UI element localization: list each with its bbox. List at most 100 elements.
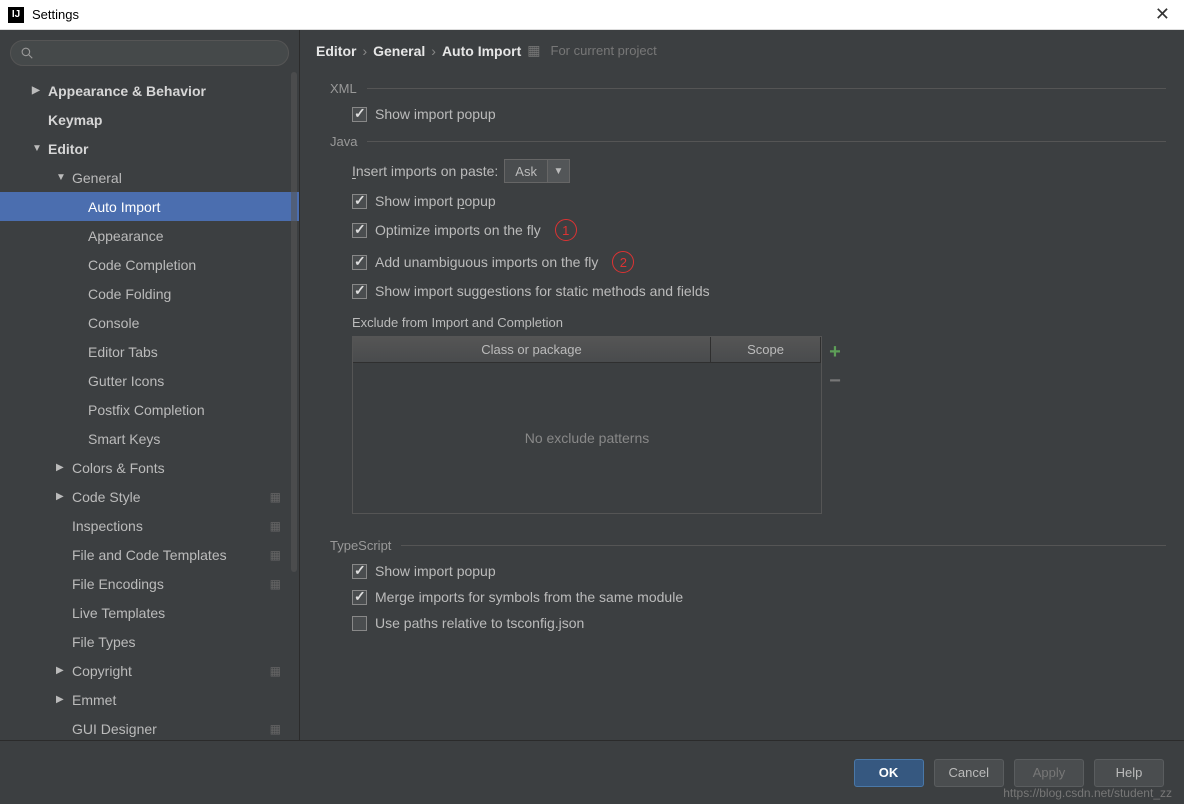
tree-item-console[interactable]: Console [0,308,299,337]
tree-item-file-types[interactable]: File Types [0,627,299,656]
tree-item-label: Postfix Completion [88,402,205,418]
add-unambiguous-label: Add unambiguous imports on the fly [375,254,598,270]
ts-show-popup-label: Show import popup [375,563,496,579]
tree-item-gui-designer[interactable]: GUI Designer ▦ [0,714,299,740]
ts-merge-label: Merge imports for symbols from the same … [375,589,683,605]
ts-show-popup-checkbox[interactable] [352,564,367,579]
tree-item-label: Live Templates [72,605,165,621]
ok-button[interactable]: OK [854,759,924,787]
tree-item-label: Smart Keys [88,431,160,447]
section-xml: XML [330,81,1166,96]
remove-exclude-button[interactable]: − [823,370,847,393]
optimize-imports-checkbox[interactable] [352,223,367,238]
apply-button[interactable]: Apply [1014,759,1084,787]
tree-item-label: Code Completion [88,257,196,273]
watermark: https://blog.csdn.net/student_zz [1003,786,1172,800]
insert-on-paste-label: Insert imports on paste: [352,163,498,179]
col-class[interactable]: Class or package [353,337,711,362]
tree-item-label: Keymap [48,112,102,128]
tree-arrow-icon: ▶ [56,462,68,473]
tree-item-colors-fonts[interactable]: ▶ Colors & Fonts [0,453,299,482]
tree-item-appearance[interactable]: Appearance [0,221,299,250]
tree-item-editor[interactable]: ▼Editor [0,134,299,163]
project-scope-icon: ▦ [527,42,540,59]
show-suggestions-label: Show import suggestions for static metho… [375,283,710,299]
tree-item-label: Editor Tabs [88,344,158,360]
java-show-popup-label: Show import popup [375,193,496,209]
tree-item-label: Colors & Fonts [72,460,165,476]
tree-arrow-icon: ▼ [32,143,44,154]
project-scope-icon: ▦ [270,722,281,736]
tree-item-editor-tabs[interactable]: Editor Tabs [0,337,299,366]
search-icon [21,47,33,59]
section-java: Java [330,134,1166,149]
tree-item-label: Auto Import [88,199,160,215]
tree-item-code-style[interactable]: ▶Code Style▦ [0,482,299,511]
annotation-1: 1 [555,219,577,241]
titlebar: IJ Settings ✕ [0,0,1184,30]
tree-arrow-icon: ▶ [56,694,68,705]
ts-merge-checkbox[interactable] [352,590,367,605]
app-icon: IJ [8,7,24,23]
project-scope-icon: ▦ [270,577,281,591]
tree-item-label: Console [88,315,139,331]
tree-item-label: Copyright [72,663,132,679]
cancel-button[interactable]: Cancel [934,759,1004,787]
tree-item-copyright[interactable]: ▶Copyright▦ [0,656,299,685]
tree-item-code-folding[interactable]: Code Folding [0,279,299,308]
ts-use-paths-checkbox[interactable] [352,616,367,631]
close-icon[interactable]: ✕ [1149,4,1176,25]
tree-item-label: Appearance [88,228,164,244]
insert-on-paste-select[interactable]: Ask ▼ [504,159,570,183]
optimize-imports-label: Optimize imports on the fly [375,222,541,238]
xml-show-popup-label: Show import popup [375,106,496,122]
exclude-empty-text: No exclude patterns [353,363,821,513]
help-button[interactable]: Help [1094,759,1164,787]
section-typescript: TypeScript [330,538,1166,553]
tree-item-file-and-code-templates[interactable]: File and Code Templates▦ [0,540,299,569]
sidebar: ▶Appearance & BehaviorKeymap▼Editor▼Gene… [0,30,300,740]
tree-item-keymap[interactable]: Keymap [0,105,299,134]
add-unambiguous-checkbox[interactable] [352,255,367,270]
search-input[interactable] [10,40,289,66]
window-title: Settings [32,7,1149,22]
tree-item-live-templates[interactable]: Live Templates [0,598,299,627]
tree-item-file-encodings[interactable]: File Encodings ▦ [0,569,299,598]
annotation-2: 2 [612,251,634,273]
tree-item-label: Code Folding [88,286,171,302]
tree-item-label: Gutter Icons [88,373,164,389]
show-suggestions-checkbox[interactable] [352,284,367,299]
xml-show-popup-checkbox[interactable] [352,107,367,122]
tree-arrow-icon: ▶ [56,665,68,676]
tree-arrow-icon: ▶ [56,491,68,502]
sidebar-scrollbar[interactable] [291,72,297,572]
java-show-popup-checkbox[interactable] [352,194,367,209]
tree-item-label: GUI Designer [72,721,157,737]
col-scope[interactable]: Scope [711,337,821,362]
tree-item-label: File Types [72,634,136,650]
tree-arrow-icon: ▶ [32,85,44,96]
tree-item-label: Code Style [72,489,140,505]
tree-item-code-completion[interactable]: Code Completion [0,250,299,279]
tree-item-appearance-behavior[interactable]: ▶ Appearance & Behavior [0,76,299,105]
tree-item-gutter-icons[interactable]: Gutter Icons [0,366,299,395]
tree-item-label: Appearance & Behavior [48,83,206,99]
tree-arrow-icon: ▼ [56,172,68,183]
main-area: XML Show import popup Java Insert import… [300,69,1184,740]
project-scope-icon: ▦ [270,519,281,533]
exclude-table: Class or package Scope No exclude patter… [352,336,822,514]
tree-item-postfix-completion[interactable]: Postfix Completion [0,395,299,424]
tree-item-label: General [72,170,122,186]
exclude-title: Exclude from Import and Completion [352,315,1166,330]
tree-item-label: File and Code Templates [72,547,227,563]
settings-dialog: ▶Appearance & BehaviorKeymap▼Editor▼Gene… [0,30,1184,740]
tree-item-general[interactable]: ▼ General [0,163,299,192]
chevron-down-icon[interactable]: ▼ [547,160,569,182]
tree-item-label: File Encodings [72,576,164,592]
settings-tree[interactable]: ▶Appearance & BehaviorKeymap▼Editor▼Gene… [0,76,299,740]
tree-item-smart-keys[interactable]: Smart Keys [0,424,299,453]
tree-item-auto-import[interactable]: Auto Import [0,192,299,221]
tree-item-emmet[interactable]: ▶Emmet [0,685,299,714]
add-exclude-button[interactable]: + [823,341,847,364]
tree-item-inspections[interactable]: Inspections▦ [0,511,299,540]
